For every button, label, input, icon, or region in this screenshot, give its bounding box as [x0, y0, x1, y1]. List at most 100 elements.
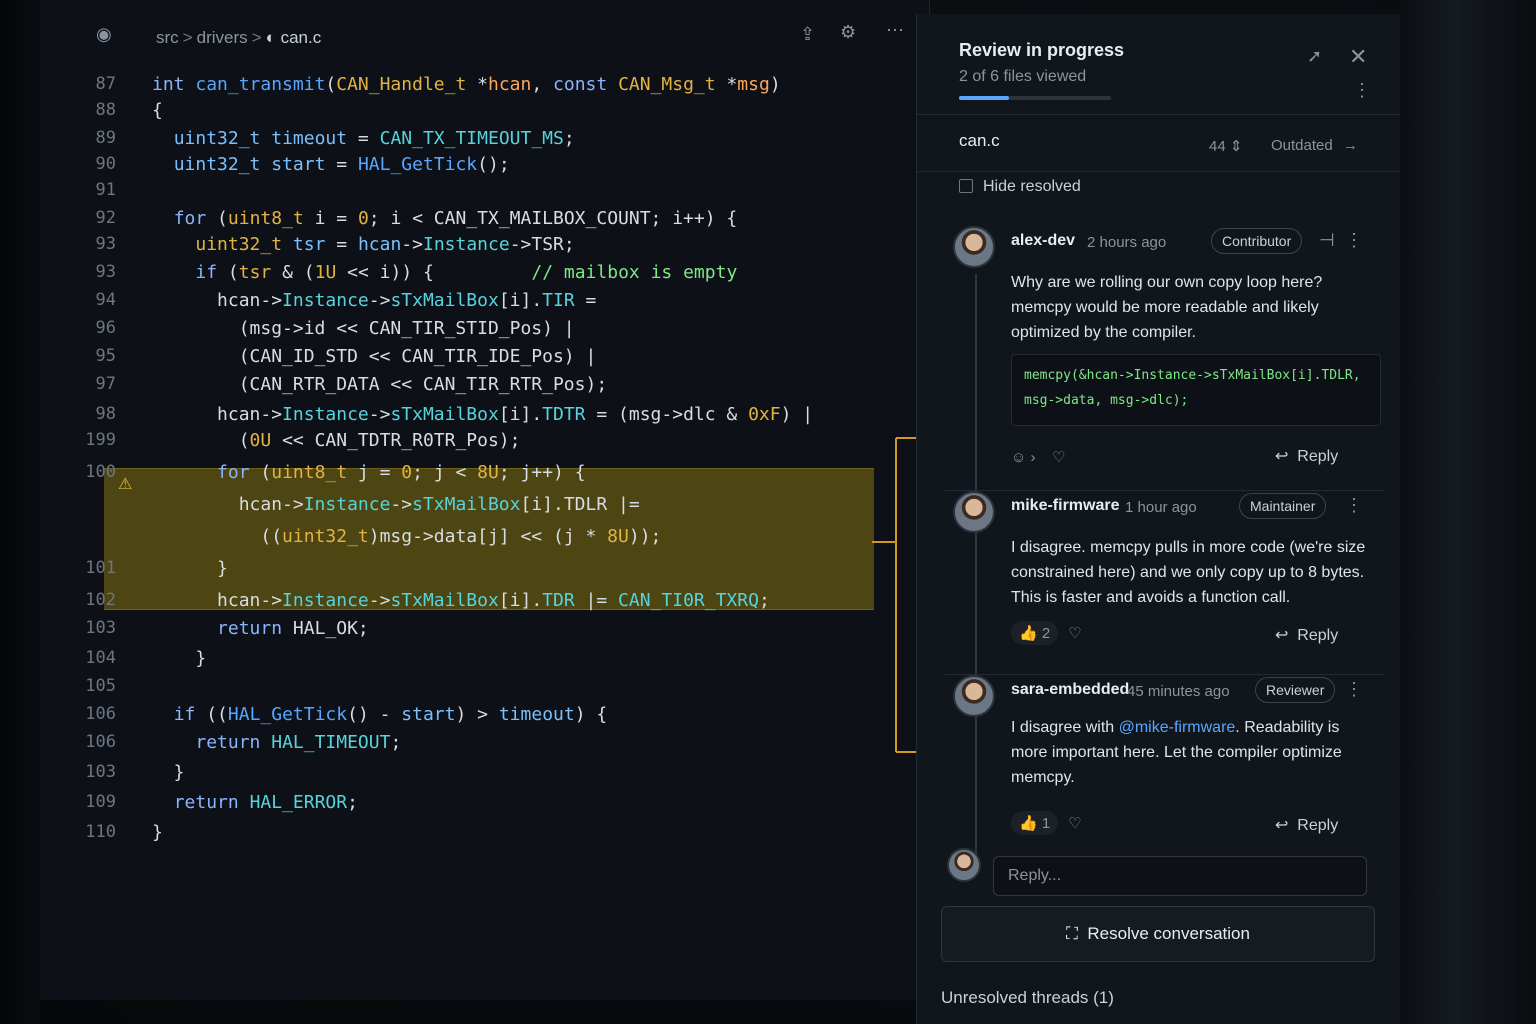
avatar[interactable]	[953, 675, 995, 717]
avatar[interactable]	[953, 491, 995, 533]
heart-icon[interactable]: ♡	[1068, 815, 1081, 832]
outdated-status[interactable]: Outdated →	[1271, 137, 1358, 154]
line-number[interactable]: 104	[46, 648, 116, 668]
breadcrumb-file[interactable]: can.c	[281, 28, 322, 47]
hide-resolved-toggle[interactable]: Hide resolved	[959, 178, 1081, 196]
line-number[interactable]: 102	[46, 590, 116, 610]
comment-count[interactable]: 44 ⇕	[1209, 137, 1242, 155]
line-number[interactable]: 103	[46, 618, 116, 638]
code-line[interactable]: ((uint32_t)msg->data[j] << (j * 8U));	[40, 526, 930, 554]
line-number[interactable]: 90	[46, 154, 116, 174]
close-icon[interactable]: ✕	[1349, 44, 1367, 70]
comment-author[interactable]: sara-embedded	[1011, 681, 1129, 699]
code-line[interactable]: 92 for (uint8_t i = 0; i < CAN_TX_MAILBO…	[40, 208, 930, 236]
reply-button[interactable]: ↩ Reply	[1275, 446, 1338, 466]
code-line[interactable]: 105	[40, 676, 930, 704]
code-line[interactable]: 98 hcan->Instance->sTxMailBox[i].TDTR = …	[40, 404, 930, 432]
reply-button[interactable]: ↩ Reply	[1275, 625, 1338, 645]
breadcrumb-src[interactable]: src	[156, 28, 179, 47]
line-number[interactable]: 89	[46, 128, 116, 148]
line-number[interactable]: 98	[46, 404, 116, 424]
code-line[interactable]: 110}	[40, 822, 930, 850]
line-source: hcan->Instance->sTxMailBox[i].TDTR = (ms…	[152, 404, 814, 425]
line-number[interactable]: 109	[46, 792, 116, 812]
pin-icon[interactable]: ➚	[1307, 46, 1322, 67]
line-number[interactable]: 106	[46, 732, 116, 752]
line-number[interactable]: 100	[46, 462, 116, 482]
add-reaction-icon[interactable]: ☺ ›	[1011, 449, 1035, 466]
code-line[interactable]: 90 uint32_t start = HAL_GetTick();	[40, 154, 930, 182]
kebab-menu-icon[interactable]: ⋮	[1345, 495, 1363, 516]
comment-author[interactable]: alex-dev	[1011, 232, 1075, 250]
line-number[interactable]: 92	[46, 208, 116, 228]
file-icon: ◐	[265, 28, 281, 47]
role-badge: Contributor	[1211, 228, 1303, 254]
code-line[interactable]: 94 hcan->Instance->sTxMailBox[i].TIR =	[40, 290, 930, 318]
gear-icon[interactable]: ⚙	[840, 22, 856, 43]
hide-resolved-checkbox[interactable]	[959, 179, 973, 193]
code-line[interactable]: 199 (0U << CAN_TDTR_R0TR_Pos);	[40, 430, 930, 458]
kebab-menu-icon[interactable]: ⋮	[1345, 679, 1363, 700]
line-source: int can_transmit(CAN_Handle_t *hcan, con…	[152, 74, 781, 95]
resolve-conversation-button[interactable]: ⛶ Resolve conversation	[941, 906, 1375, 962]
comment-time: 1 hour ago	[1125, 499, 1197, 516]
share-icon[interactable]: ⇪	[800, 24, 815, 45]
line-number[interactable]: 87	[46, 74, 116, 94]
code-line[interactable]: 87 int can_transmit(CAN_Handle_t *hcan, c…	[40, 74, 930, 102]
comment-body: I disagree with @mike-firmware. Readabil…	[1011, 715, 1371, 790]
comment-author[interactable]: mike-firmware	[1011, 497, 1120, 515]
code-line[interactable]: 103 return HAL_OK;	[40, 618, 930, 646]
kebab-menu-icon[interactable]: ⋮	[1345, 230, 1363, 251]
line-number[interactable]: 91	[46, 180, 116, 200]
code-line[interactable]: 102 hcan->Instance->sTxMailBox[i].TDR |=…	[40, 590, 930, 618]
line-number[interactable]: 94	[46, 290, 116, 310]
line-number[interactable]: 103	[46, 762, 116, 782]
line-source: return HAL_ERROR;	[173, 792, 358, 813]
code-line[interactable]: 100 for (uint8_t j = 0; j < 8U; j++) {	[40, 462, 930, 490]
status-label: Outdated	[1271, 137, 1333, 154]
code-line[interactable]: 101 }	[40, 558, 930, 586]
line-number[interactable]: 110	[46, 822, 116, 842]
github-icon[interactable]: ◉	[96, 24, 112, 45]
breadcrumb-drivers[interactable]: drivers	[197, 28, 248, 47]
code-line[interactable]: 95 (CAN_ID_STD << CAN_TIR_IDE_Pos) |	[40, 346, 930, 374]
code-line[interactable]: 109 return HAL_ERROR;	[40, 792, 930, 820]
kebab-menu-icon[interactable]: ⋮	[1353, 80, 1371, 101]
unresolved-threads[interactable]: Unresolved threads (1)	[941, 988, 1114, 1008]
reply-input[interactable]: Reply...	[993, 856, 1367, 896]
more-icon[interactable]: ⋯	[886, 20, 904, 41]
line-number[interactable]: 106	[46, 704, 116, 724]
heart-icon[interactable]: ♡	[1068, 625, 1081, 642]
line-number[interactable]: 88	[46, 100, 116, 120]
code-line[interactable]: 88 {	[40, 100, 930, 128]
heart-icon[interactable]: ♡	[1052, 449, 1065, 466]
line-number[interactable]: 96	[46, 318, 116, 338]
line-number[interactable]: 97	[46, 374, 116, 394]
code-line[interactable]: 104 }	[40, 648, 930, 676]
pin-icon[interactable]: ⊣	[1319, 230, 1335, 251]
thumbs-up-reaction[interactable]: 👍 2	[1011, 621, 1059, 645]
code-line[interactable]: hcan->Instance->sTxMailBox[i].TDLR |=	[40, 494, 930, 522]
code-line[interactable]: 91	[40, 180, 930, 208]
line-number[interactable]: 199	[46, 430, 116, 450]
line-number[interactable]: 105	[46, 676, 116, 696]
code-line[interactable]: 106 return HAL_TIMEOUT;	[40, 732, 930, 760]
file-row[interactable]: can.c 44 ⇕ Outdated →	[917, 114, 1401, 172]
line-number[interactable]: 101	[46, 558, 116, 578]
thumbs-up-reaction[interactable]: 👍 1	[1011, 811, 1059, 835]
reply-button[interactable]: ↩ Reply	[1275, 815, 1338, 835]
panel-title: Review in progress	[959, 40, 1125, 60]
code-line[interactable]: 103 }	[40, 762, 930, 790]
code-line[interactable]: 106 if ((HAL_GetTick() - start) > timeou…	[40, 704, 930, 732]
user-mention[interactable]: @mike-firmware	[1119, 719, 1236, 736]
line-number[interactable]: 95	[46, 346, 116, 366]
line-number[interactable]: 93	[46, 234, 116, 254]
code-area[interactable]: 87 int can_transmit(CAN_Handle_t *hcan, c…	[40, 70, 930, 890]
code-line[interactable]: 93 uint32_t tsr = hcan->Instance->TSR;	[40, 234, 930, 262]
avatar[interactable]	[953, 226, 995, 268]
code-line[interactable]: 96 (msg->id << CAN_TIR_STID_Pos) |	[40, 318, 930, 346]
line-number[interactable]: 93	[46, 262, 116, 282]
code-line[interactable]: 93 if (tsr & (1U << i)) { // mailbox is …	[40, 262, 930, 290]
code-line[interactable]: 97 (CAN_RTR_DATA << CAN_TIR_RTR_Pos);	[40, 374, 930, 402]
code-line[interactable]: 89 uint32_t timeout = CAN_TX_TIMEOUT_MS;	[40, 128, 930, 156]
